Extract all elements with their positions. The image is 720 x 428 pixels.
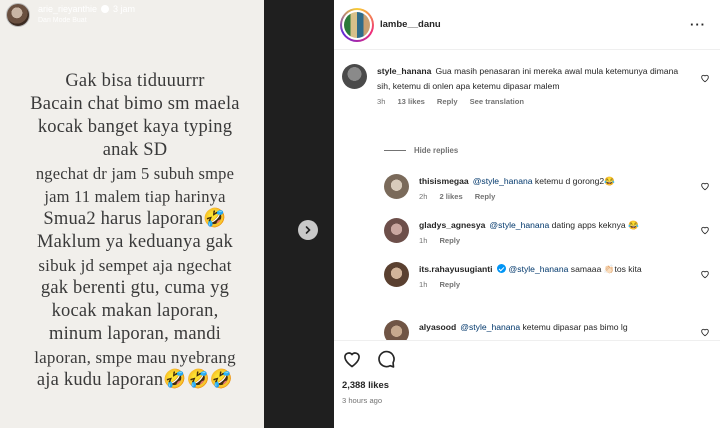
likes-count[interactable]: 2,388 likes (342, 379, 712, 390)
story-username-row: arie_rieyanthie 3 jam (38, 4, 135, 14)
reply-text: dating apps keknya 😂 (549, 220, 639, 230)
post-timestamp: 3 hours ago (342, 396, 383, 405)
story-line: kocak makan laporan, (51, 301, 219, 321)
reply-text: samaaa 👏🏻tos kita (568, 264, 642, 274)
heart-icon[interactable] (700, 181, 710, 191)
heart-icon[interactable] (700, 327, 710, 337)
story-line: laporan, smpe mau nyebrang (34, 348, 236, 367)
avatar[interactable] (384, 320, 409, 340)
avatar[interactable] (384, 174, 409, 199)
reply-time: 1h (419, 280, 428, 289)
comment-username[interactable]: style_hanana (377, 66, 431, 76)
story-line: jam 11 malem tiap harinya (44, 187, 226, 206)
reply-time: 2h (419, 192, 428, 201)
story-avatar[interactable] (6, 3, 30, 27)
reply-button[interactable]: Reply (439, 280, 460, 289)
story-time: 3 jam (113, 4, 136, 14)
reply-item: its.rahayusugianti @style_hanana samaaa 👏… (384, 262, 694, 289)
heart-icon[interactable] (700, 269, 710, 279)
like-heart-icon[interactable] (342, 349, 362, 369)
reply-button[interactable]: Reply (437, 97, 458, 106)
reply-time: 1h (419, 236, 428, 245)
story-gap (264, 0, 334, 428)
reply-item: thisismegaa @style_hanana ketemu d gorong… (384, 174, 694, 201)
story-line: kocak banget kaya typing (37, 117, 233, 137)
avatar[interactable] (384, 262, 409, 287)
avatar[interactable] (384, 218, 409, 243)
comment-meta: 3h 13 likes Reply See translation (377, 97, 692, 106)
heart-icon[interactable] (700, 225, 710, 235)
reply-username[interactable]: gladys_agnesya (419, 220, 485, 230)
more-options-icon[interactable]: ··· (690, 17, 706, 32)
story-text: Gak bisa tiduuurrr Bacain chat bimo sm m… (10, 70, 260, 392)
story-panel: arie_rieyanthie 3 jam Dari Mode Buat Gak… (0, 0, 264, 428)
mention-link[interactable]: @style_hanana (509, 264, 569, 274)
story-header: arie_rieyanthie 3 jam Dari Mode Buat (0, 0, 264, 34)
hide-replies-button[interactable]: Hide replies (384, 146, 458, 155)
story-line: aja kudu laporan🤣🤣🤣 (36, 370, 234, 390)
reply-item: alyasood @style_hanana ketemu dipasar pas… (384, 320, 694, 340)
story-line: gak berenti gtu, cuma yg (40, 278, 230, 298)
mention-link[interactable]: @style_hanana (460, 322, 520, 332)
story-line: Bacain chat bimo sm maela (30, 94, 240, 114)
post-username[interactable]: lambe__danu (380, 19, 441, 30)
post-avatar[interactable] (340, 7, 374, 42)
reply-likes[interactable]: 2 likes (439, 192, 462, 201)
see-translation-button[interactable]: See translation (470, 97, 524, 106)
reply-item: gladys_agnesya @style_hanana dating apps … (384, 218, 694, 245)
story-line: Smua2 harus laporan🤣 (43, 209, 227, 229)
comments-list: style_hanana Gua masih penasaran ini mere… (334, 52, 720, 340)
comment-likes[interactable]: 13 likes (397, 97, 424, 106)
story-line: anak SD (102, 140, 168, 160)
avatar[interactable] (342, 64, 367, 89)
reply-button[interactable]: Reply (439, 236, 460, 245)
next-button[interactable] (298, 220, 318, 240)
story-line: Gak bisa tiduuurrr (65, 71, 205, 91)
story-line: Maklum ya keduanya gak (36, 232, 234, 252)
story-line: ngechat dr jam 5 subuh smpe (35, 164, 235, 183)
reply-username[interactable]: its.rahayusugianti (419, 264, 493, 274)
story-line: minum laporan, mandi (48, 324, 221, 344)
chevron-right-icon (305, 226, 311, 234)
heart-icon[interactable] (700, 73, 710, 83)
story-line: sibuk jd sempet aja ngechat (38, 256, 232, 275)
story-subtitle: Dari Mode Buat (38, 17, 87, 24)
post-panel: lambe__danu ··· style_hanana Gua masih pe… (334, 0, 720, 428)
comment: style_hanana Gua masih penasaran ini mere… (342, 64, 692, 106)
reply-text: ketemu d gorong2😂 (532, 176, 615, 186)
mention-link[interactable]: @style_hanana (473, 176, 533, 186)
reply-username[interactable]: thisismegaa (419, 176, 469, 186)
reply-button[interactable]: Reply (475, 192, 496, 201)
mention-link[interactable]: @style_hanana (489, 220, 549, 230)
story-username[interactable]: arie_rieyanthie (38, 4, 97, 14)
reply-username[interactable]: alyasood (419, 322, 456, 332)
verified-icon (101, 5, 110, 13)
comment-time: 3h (377, 97, 386, 106)
reply-text: ketemu dipasar pas bimo lg (520, 322, 628, 332)
comment-bubble-icon[interactable] (376, 349, 396, 369)
post-actions: 2,388 likes 3 hours ago (334, 340, 720, 405)
post-header: lambe__danu ··· (334, 0, 720, 50)
verified-icon (496, 264, 506, 273)
